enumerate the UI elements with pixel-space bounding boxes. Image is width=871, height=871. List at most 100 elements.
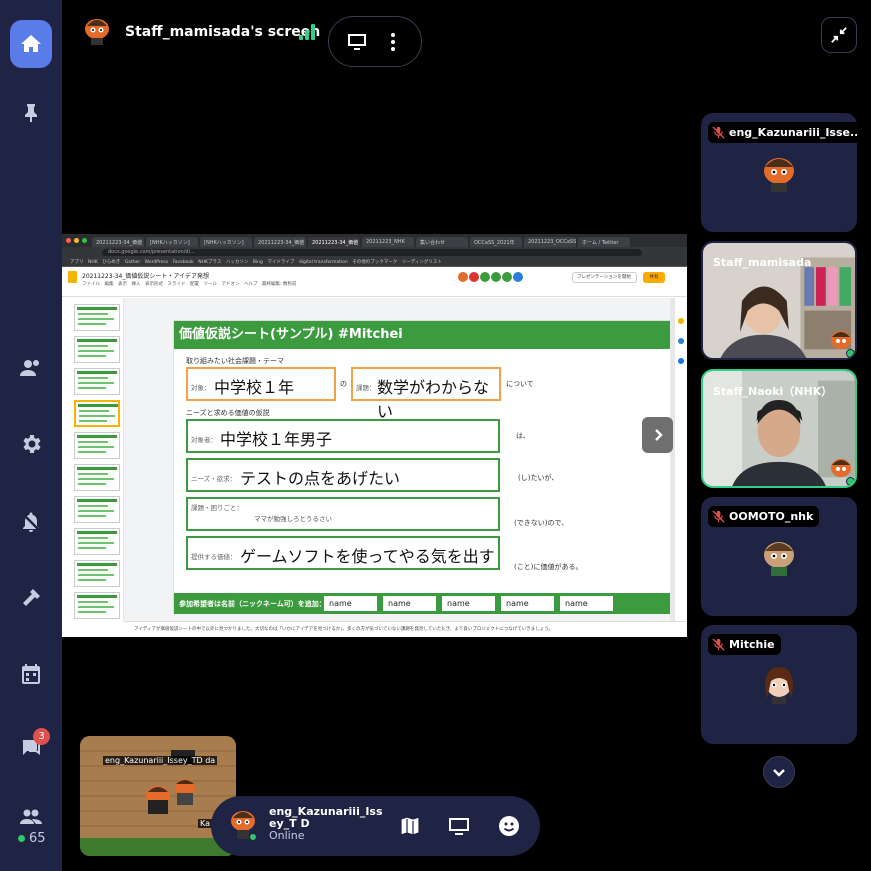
screen-share-title: Staff_mamisada's screen bbox=[125, 24, 321, 40]
slide-thumbnail[interactable] bbox=[74, 336, 120, 363]
people-icon bbox=[20, 360, 39, 376]
chevron-down-icon bbox=[773, 769, 785, 777]
monitor-icon[interactable] bbox=[345, 30, 369, 54]
slide-thumbnail[interactable] bbox=[74, 304, 120, 331]
slide-thumbnail[interactable] bbox=[74, 496, 120, 523]
customer-value: 中学校１年男子 bbox=[220, 430, 333, 449]
online-dot bbox=[846, 477, 855, 486]
participant-avatar bbox=[765, 667, 793, 704]
browser-tab[interactable]: [NHKハッカソン] bbox=[146, 237, 198, 247]
mic-off-icon bbox=[712, 638, 725, 651]
tasks-icon[interactable] bbox=[678, 338, 684, 344]
contacts-icon[interactable] bbox=[678, 358, 684, 364]
left-sidebar: 3 65 bbox=[0, 0, 62, 871]
collaborator-avatars bbox=[458, 272, 523, 282]
pin-button[interactable] bbox=[11, 93, 51, 133]
self-status[interactable]: Online bbox=[269, 829, 304, 842]
participant-tile[interactable]: eng_Kazunariii_Isse... bbox=[701, 113, 857, 232]
participant-tile[interactable]: Mitchie bbox=[701, 625, 857, 744]
chevron-right-icon bbox=[654, 429, 663, 441]
participant-name: eng_Kazunariii_Isse... bbox=[729, 126, 857, 139]
target-value: 中学校１年 bbox=[214, 378, 295, 397]
keep-icon[interactable] bbox=[678, 318, 684, 324]
customer-box[interactable]: 対象者： 中学校１年男子 bbox=[186, 419, 500, 453]
doc-title: 20211223-34_価値仮説シート・アイデア発想 bbox=[82, 273, 210, 280]
build-button[interactable] bbox=[11, 578, 51, 618]
speaker-notes[interactable]: アイディアが価値仮説シートの中で以外に見つかりました。大切なのは「いかにアイデア… bbox=[124, 621, 687, 637]
current-slide[interactable]: 価値仮説シート(サンプル) #Mitchei 取り組みたい社会課題・テーマ 対象… bbox=[173, 320, 687, 614]
show-more-participants-button[interactable] bbox=[763, 756, 795, 788]
participant-name: Mitchie bbox=[729, 638, 775, 651]
browser-tab-active[interactable]: 20211223-34_価値 bbox=[308, 237, 360, 247]
name-field[interactable]: name bbox=[442, 596, 495, 611]
problem-value: 数学がわからない bbox=[377, 378, 490, 421]
participant-avatar bbox=[764, 158, 794, 192]
minimize-screen-button[interactable] bbox=[821, 17, 857, 53]
collapse-icon bbox=[831, 27, 847, 43]
mic-off-icon bbox=[712, 126, 725, 139]
browser-tab[interactable]: OCCaSS_2021年 bbox=[470, 237, 522, 247]
participant-name-tag: Staff_mamisada bbox=[710, 252, 817, 273]
self-online-dot bbox=[249, 833, 257, 841]
participant-name-tag: Mitchie bbox=[708, 634, 781, 655]
connection-signal-icon bbox=[299, 24, 317, 40]
slide-title: 価値仮説シート(サンプル) #Mitchei bbox=[174, 321, 687, 349]
browser-tab[interactable]: 20211223-34_価値 bbox=[254, 237, 306, 247]
participant-name: Staff_Naoki（NHK） bbox=[713, 384, 833, 398]
pain-box[interactable]: 課題・困りごと： ママが勉強しろとうるさい bbox=[186, 497, 500, 531]
name-field[interactable]: name bbox=[560, 596, 613, 611]
emote-button[interactable] bbox=[496, 813, 522, 839]
share-button[interactable]: 共有 bbox=[643, 272, 665, 283]
browser-tab[interactable]: 集い合わせ bbox=[416, 237, 468, 247]
slide-thumbnail[interactable] bbox=[74, 368, 120, 395]
map-player-label: Ka bbox=[198, 819, 213, 828]
shared-screen[interactable]: 20211223-34_価値 [NHKハッカソン] [NHKハッカソン] 202… bbox=[62, 234, 687, 637]
section-theme-heading: 取り組みたい社会課題・テーマ bbox=[186, 357, 284, 365]
browser-tab[interactable]: 20211223-34_価値 bbox=[92, 237, 144, 247]
present-button[interactable]: プレゼンテーションを開始 bbox=[572, 272, 637, 283]
participant-tile[interactable]: OOMOTO_nhk bbox=[701, 497, 857, 616]
url-field[interactable]: docs.google.com/presentation/d/... bbox=[102, 249, 642, 256]
value-label: 提供する価値： bbox=[191, 553, 237, 561]
value-box[interactable]: 提供する価値： ゲームソフトを使ってやる気を出す bbox=[186, 536, 500, 570]
calendar-button[interactable] bbox=[11, 654, 51, 694]
window-controls bbox=[66, 238, 87, 243]
name-field[interactable]: name bbox=[501, 596, 554, 611]
people-call-button[interactable] bbox=[11, 348, 51, 388]
side-panel-icons bbox=[674, 298, 687, 621]
map-button[interactable] bbox=[397, 813, 423, 839]
slide-thumbnail[interactable] bbox=[74, 592, 120, 619]
slide-thumbnail-selected[interactable] bbox=[74, 400, 120, 427]
section-needs-heading: ニーズと求める価値の仮説 bbox=[186, 409, 270, 417]
slide-thumbnail[interactable] bbox=[74, 560, 120, 587]
slide-thumbnail[interactable] bbox=[74, 528, 120, 555]
participant-name: OOMOTO_nhk bbox=[729, 510, 814, 523]
browser-tab[interactable]: [NHKハッカソン] bbox=[200, 237, 252, 247]
next-slide-button[interactable] bbox=[642, 417, 673, 453]
online-dot bbox=[18, 835, 25, 842]
more-options-icon[interactable] bbox=[381, 30, 405, 54]
slide-thumbnail[interactable] bbox=[74, 432, 120, 459]
participant-name-tag: eng_Kazunariii_Isse... bbox=[708, 122, 857, 143]
name-field[interactable]: name bbox=[324, 596, 377, 611]
browser-tab[interactable]: ホーム / Twitter bbox=[578, 237, 630, 247]
participant-video-tile-speaking[interactable]: Staff_Naoki（NHK） bbox=[701, 369, 857, 488]
home-button[interactable] bbox=[10, 20, 52, 68]
needs-box[interactable]: ニーズ・欲求： テストの点をあげたい bbox=[186, 458, 500, 492]
participant-video-tile[interactable]: Staff_mamisada bbox=[701, 241, 857, 360]
share-screen-button[interactable] bbox=[446, 813, 472, 839]
slide-thumbnail[interactable] bbox=[74, 464, 120, 491]
problem-box[interactable]: 課題： 数学がわからない bbox=[351, 367, 501, 421]
browser-tab[interactable]: 20211223_OCCaSS bbox=[524, 237, 576, 247]
notifications-off-button[interactable] bbox=[11, 502, 51, 542]
shitai-text: (し)たいが、 bbox=[518, 474, 559, 482]
screen-controls bbox=[328, 16, 422, 67]
target-box[interactable]: 対象： 中学校１年 bbox=[186, 367, 336, 401]
chat-button[interactable]: 3 bbox=[11, 728, 51, 768]
bookmarks-bar: アプリ NHK ひらめき Gather WordPress Facebook N… bbox=[62, 258, 687, 267]
browser-tab[interactable]: 20211223_NHK bbox=[362, 237, 414, 247]
name-field[interactable]: name bbox=[383, 596, 436, 611]
settings-button[interactable] bbox=[11, 424, 51, 464]
calendar-icon bbox=[22, 664, 40, 684]
map-player-label: eng_Kazunariii_Issey_TD da bbox=[103, 756, 218, 765]
